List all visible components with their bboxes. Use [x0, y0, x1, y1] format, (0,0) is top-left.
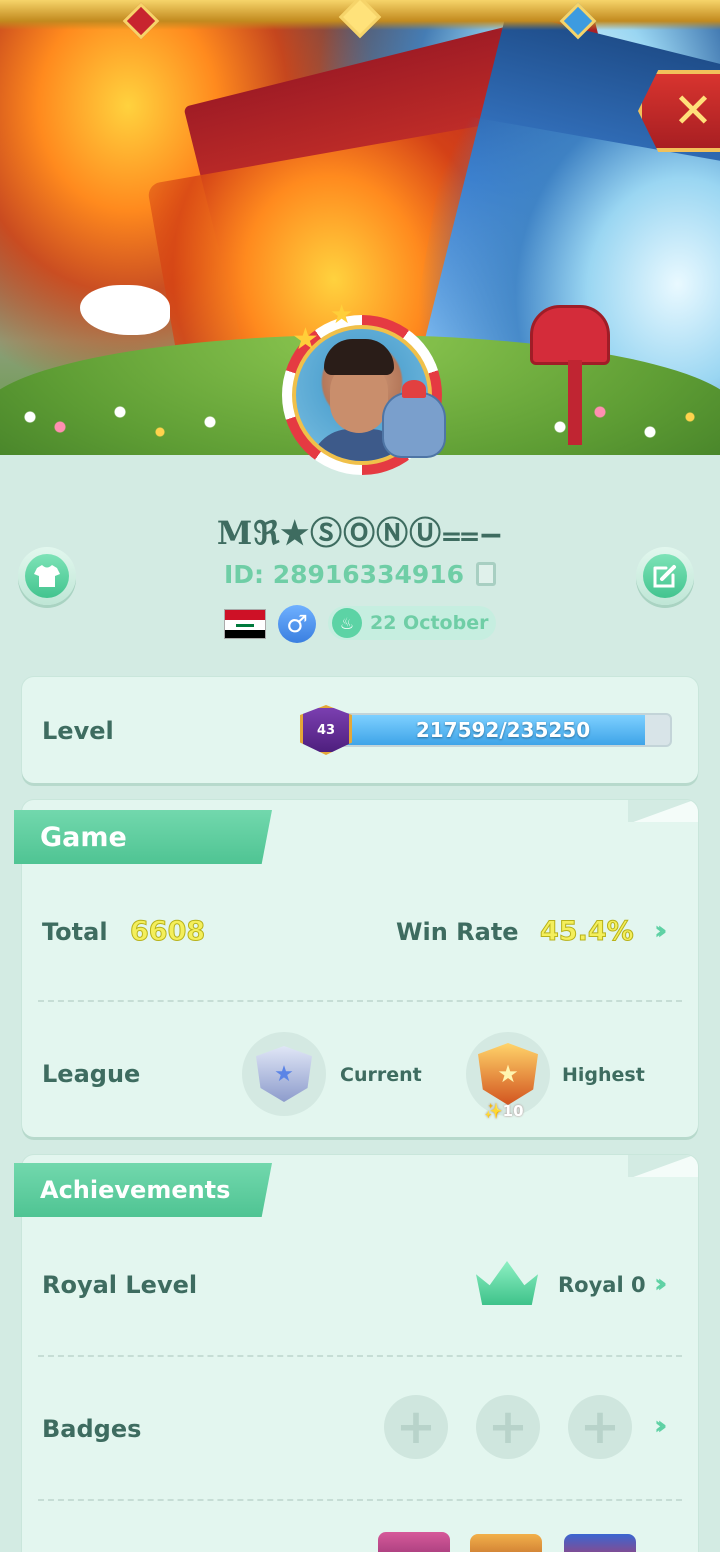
level-label: Level: [42, 717, 114, 745]
add-badge-slot-2[interactable]: +: [476, 1395, 540, 1459]
badges-chevron-icon[interactable]: ››: [654, 1411, 668, 1441]
birthday-badge: ♨ 22 October: [328, 606, 496, 640]
edit-icon: [653, 565, 676, 588]
royal-level-label: Royal Level: [42, 1271, 198, 1299]
level-badge-icon: 43: [300, 705, 352, 755]
add-badge-slot-3[interactable]: +: [568, 1395, 632, 1459]
current-league-icon[interactable]: ★: [242, 1032, 326, 1116]
badges-label: Badges: [42, 1415, 142, 1443]
plus-icon: +: [395, 1399, 437, 1455]
edit-button-face: [643, 554, 687, 598]
total-label: Total: [42, 918, 108, 946]
gender-male-icon: ♂: [278, 605, 316, 643]
flag-stripe-black: [225, 630, 265, 638]
win-rate-value: 45.4%: [540, 916, 635, 948]
add-badge-slot-1[interactable]: +: [384, 1395, 448, 1459]
royal-level-chevron-icon[interactable]: ››: [654, 1269, 668, 1299]
crown-icon: [476, 1261, 538, 1305]
plus-icon: +: [579, 1399, 621, 1455]
collection-item-icon[interactable]: [378, 1532, 450, 1552]
achievements-section-title: Achievements: [14, 1163, 272, 1217]
divider: [38, 1499, 682, 1501]
league-label: League: [42, 1060, 141, 1088]
plus-icon: +: [487, 1399, 529, 1455]
highest-league-stars: ✨10: [484, 1102, 524, 1120]
gold-shield-icon: ★: [478, 1043, 538, 1105]
level-progress-text: 217592/235250: [415, 718, 591, 742]
achievements-card: Achievements Royal Level Royal 0 ›› Badg…: [14, 1155, 698, 1552]
silver-shield-icon: ★: [256, 1046, 312, 1102]
win-rate-label: Win Rate: [396, 918, 519, 946]
royal-level-value: Royal 0: [558, 1273, 646, 1297]
total-value: 6608: [129, 916, 206, 948]
close-icon: ✕: [672, 83, 714, 139]
flag-stripe-red: [225, 610, 265, 620]
mailbox-illustration: [530, 305, 610, 365]
user-id-text: ID: 28916334916: [223, 560, 465, 589]
current-league-label: Current: [340, 1064, 422, 1086]
cake-icon: ♨: [332, 608, 362, 638]
divider: [38, 1000, 682, 1002]
collection-item-icon[interactable]: [470, 1534, 542, 1552]
mailbox-post: [568, 360, 582, 445]
star-decoration-icon: ★: [292, 322, 319, 357]
flag-emblem: [236, 623, 254, 627]
country-flag-icon: [224, 609, 266, 639]
elephant-pet-icon: [382, 380, 446, 458]
highest-league-label: Highest: [562, 1064, 645, 1086]
avatar-hair: [324, 339, 394, 375]
star-decoration-icon: ★: [330, 300, 354, 330]
copy-icon[interactable]: [476, 562, 497, 586]
divider: [38, 1355, 682, 1357]
game-stats-chevron-icon[interactable]: ››: [654, 916, 668, 946]
user-id: ID: 28916334916: [0, 560, 720, 589]
level-progress-bar: 217592/235250: [334, 713, 672, 747]
page-fold-decoration: [628, 1155, 698, 1177]
game-section-title: Game: [14, 810, 272, 864]
level-card: Level 43 217592/235250: [22, 677, 698, 783]
collection-item-icon[interactable]: [564, 1534, 636, 1552]
page-fold-decoration: [628, 800, 698, 822]
username: Mℜ★ⓈⓄⓃⓊ⩵‒: [216, 514, 504, 552]
edit-profile-button[interactable]: [636, 547, 694, 605]
flag-stripe-white: [225, 620, 265, 630]
game-card: Game Total 6608 Win Rate 45.4% ›› League…: [14, 800, 698, 1137]
birthday-text: 22 October: [370, 612, 489, 634]
